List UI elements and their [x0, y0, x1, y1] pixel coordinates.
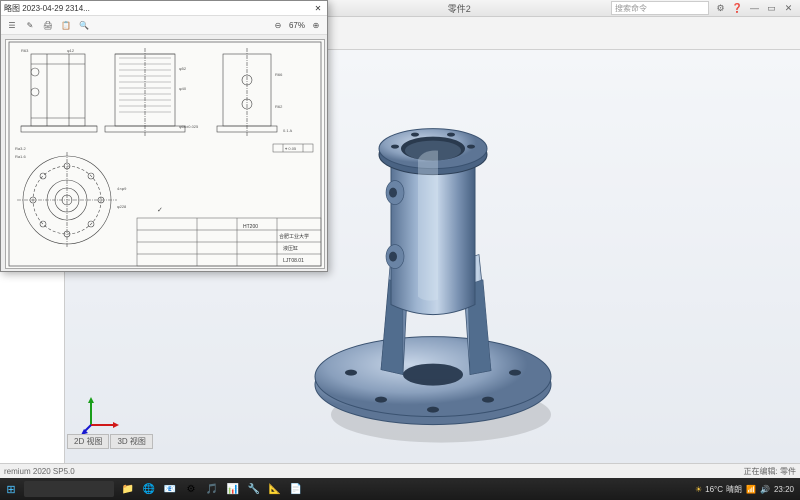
pdf-zoom-out-icon[interactable]: ⊖ — [271, 18, 285, 32]
tray-clock[interactable]: 23:20 — [774, 485, 794, 494]
command-search[interactable]: 搜索命令 — [611, 1, 709, 15]
svg-text:0.1 A: 0.1 A — [283, 128, 292, 133]
titleblock-material: HT200 — [243, 224, 258, 230]
titleblock-school: 合肥工业大学 — [279, 233, 309, 240]
engineering-drawing: R63 φ12 — [5, 39, 325, 269]
svg-text:Ra3.2: Ra3.2 — [15, 146, 26, 151]
axis-triad[interactable] — [81, 395, 121, 435]
pdf-print-icon[interactable]: 🖨 — [41, 18, 55, 32]
titleblock-drawno: LJT08.01 — [283, 258, 304, 264]
tray-volume-icon[interactable]: 🔊 — [760, 485, 770, 494]
pdf-toolbar: ☰ ✎ 🖨 📋 🔍 ⊖ 67% ⊕ — [1, 16, 327, 35]
document-title: 零件2 — [308, 2, 612, 15]
pdf-zoom-in-icon[interactable]: ⊕ — [309, 18, 323, 32]
weather-text: 晴朗 — [726, 484, 742, 495]
tray-network-icon[interactable]: 📶 — [746, 485, 756, 494]
taskbar-app[interactable]: 📧 — [160, 480, 180, 498]
taskbar-app[interactable]: 📐 — [265, 480, 285, 498]
taskbar-app[interactable]: 🎵 — [202, 480, 222, 498]
pdf-page-area[interactable]: R63 φ12 — [1, 35, 327, 271]
pdf-find-icon[interactable]: 🔍 — [77, 18, 91, 32]
svg-text:R66: R66 — [275, 72, 283, 77]
taskbar-search[interactable] — [24, 481, 114, 497]
svg-text:✓: ✓ — [157, 207, 163, 214]
svg-text:4×φ9: 4×φ9 — [117, 186, 127, 191]
model-view-tabs: 2D 视图 3D 视图 — [67, 434, 153, 449]
titleblock-partname: 液压缸 — [283, 245, 298, 252]
taskbar-app[interactable]: 🌐 — [139, 480, 159, 498]
tab-3d[interactable]: 3D 视图 — [110, 434, 152, 449]
taskbar-app[interactable]: 📄 — [286, 480, 306, 498]
help-icon[interactable]: ❓ — [732, 3, 743, 14]
svg-text:φ12: φ12 — [67, 48, 75, 53]
taskbar-app[interactable]: 📁 — [118, 480, 138, 498]
pdf-close-icon[interactable]: ✕ — [312, 4, 324, 13]
status-bar: remium 2020 SP5.0 正在编辑: 零件 — [0, 463, 800, 478]
pdf-edit-icon[interactable]: ✎ — [23, 18, 37, 32]
pdf-sidebar-icon[interactable]: ☰ — [5, 18, 19, 32]
svg-text:φ40: φ40 — [179, 86, 187, 91]
minimize-icon[interactable]: — — [749, 3, 760, 14]
pdf-titlebar[interactable]: 略图 2023-04-29 2314... ✕ — [1, 1, 327, 16]
close-icon[interactable]: ✕ — [783, 3, 794, 14]
settings-icon[interactable]: ⚙ — [715, 3, 726, 14]
taskbar-app[interactable]: ⚙ — [181, 480, 201, 498]
svg-text:φ52: φ52 — [179, 66, 187, 71]
weather-temp: 16°C — [705, 485, 723, 494]
status-mode: 正在编辑: 零件 — [744, 466, 796, 477]
taskbar-app[interactable]: 🔧 — [244, 480, 264, 498]
status-version: remium 2020 SP5.0 — [4, 467, 75, 476]
svg-text:R62: R62 — [275, 104, 283, 109]
windows-taskbar: ⊞ 📁 🌐 📧 ⚙ 🎵 📊 🔧 📐 📄 ☀ 16°C 晴朗 📶 🔊 23:20 — [0, 478, 800, 500]
start-button[interactable]: ⊞ — [0, 478, 22, 500]
taskbar-app[interactable]: 📊 — [223, 480, 243, 498]
pdf-zoom-value[interactable]: 67% — [289, 21, 305, 30]
weather-widget[interactable]: ☀ 16°C 晴朗 — [695, 484, 742, 495]
system-tray: ☀ 16°C 晴朗 📶 🔊 23:20 — [695, 484, 800, 495]
pdf-viewer-window: 略图 2023-04-29 2314... ✕ ☰ ✎ 🖨 📋 🔍 ⊖ 67% … — [0, 0, 328, 272]
pdf-title-text: 略图 2023-04-29 2314... — [4, 3, 312, 14]
pdf-copy-icon[interactable]: 📋 — [59, 18, 73, 32]
svg-text:φ228: φ228 — [117, 204, 127, 209]
svg-text:⌖ 0.05: ⌖ 0.05 — [285, 146, 297, 151]
svg-text:R63: R63 — [21, 48, 29, 53]
tab-2d[interactable]: 2D 视图 — [67, 434, 109, 449]
svg-text:Ra1.6: Ra1.6 — [15, 154, 26, 159]
svg-text:φ66±0.025: φ66±0.025 — [179, 124, 199, 129]
maximize-icon[interactable]: ▭ — [766, 3, 777, 14]
